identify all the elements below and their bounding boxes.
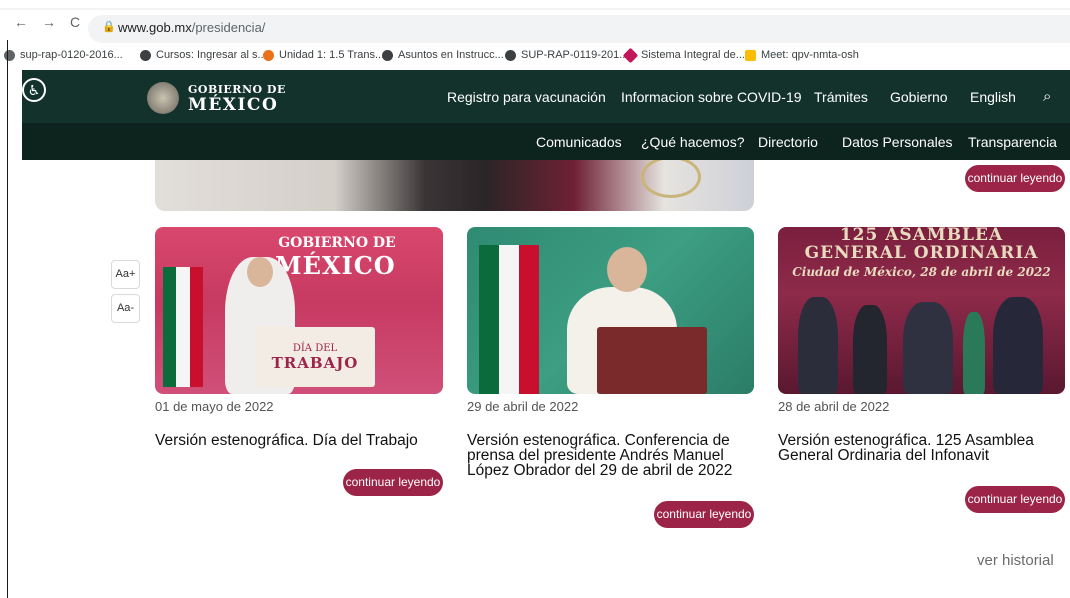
logo-line2[interactable]: MÉXICO: [188, 95, 278, 115]
nav-tramites[interactable]: Trámites: [814, 89, 868, 105]
bookmark-3[interactable]: Unidad 1: 1.5 Trans...: [263, 49, 384, 61]
forward-icon[interactable]: →: [42, 14, 56, 30]
history-link[interactable]: ver historial: [977, 552, 1054, 569]
nav-registro-vacunacion[interactable]: Registro para vacunación: [447, 89, 606, 105]
speaker-head: [607, 247, 647, 292]
bookmark-7[interactable]: Meet: qpv-nmta-osh: [745, 49, 859, 61]
diamond-icon: [622, 47, 639, 63]
globe-icon: [4, 49, 15, 61]
nav-transparencia[interactable]: Transparencia: [968, 134, 1057, 150]
browser-toolbar: ← → C 🔒 www.gob.mx/presidencia/: [0, 0, 1070, 44]
image-banner: 125 ASAMBLEA GENERAL ORDINARIA Ciudad de…: [778, 227, 1065, 279]
banner-line2: GENERAL ORDINARIA: [804, 243, 1039, 263]
continue-button-3[interactable]: continuar leyendo: [965, 486, 1065, 513]
nav-covid[interactable]: Informacion sobre COVID-19: [621, 89, 802, 105]
card-image-3[interactable]: 125 ASAMBLEA GENERAL ORDINARIA Ciudad de…: [778, 227, 1065, 394]
font-decrease-button[interactable]: Aa-: [111, 294, 140, 323]
flag-icon: [163, 267, 203, 387]
globe-icon: [382, 49, 393, 61]
banner-big: MÉXICO: [275, 251, 396, 280]
accessibility-icon[interactable]: ♿: [22, 78, 46, 102]
bookmark-label: Unidad 1: 1.5 Trans...: [279, 49, 385, 61]
podium-big: TRABAJO: [271, 354, 359, 372]
podium: [597, 327, 707, 394]
bookmark-label: Asuntos en Instrucc...: [398, 49, 504, 61]
card-title-2[interactable]: Versión estenográfica. Conferencia de pr…: [467, 433, 752, 479]
reload-icon[interactable]: C: [70, 14, 80, 30]
bookmark-6[interactable]: Sistema Integral de...: [622, 47, 745, 63]
flag-icon: [479, 245, 539, 394]
attendee-figure: [993, 297, 1043, 394]
bookmark-label: Cursos: Ingresar al s...: [156, 49, 267, 61]
bookmarks-bar: sup-rap-0120-2016... Cursos: Ingresar al…: [0, 44, 1070, 68]
bookmark-label: sup-rap-0120-2016...: [20, 49, 123, 61]
bookmark-5[interactable]: SUP-RAP-0119-201...: [505, 49, 628, 61]
coat-of-arms-icon[interactable]: [147, 82, 179, 114]
globe-icon: [505, 49, 516, 61]
card-date-1: 01 de mayo de 2022: [155, 399, 274, 414]
bookmark-1[interactable]: sup-rap-0120-2016...: [4, 49, 123, 61]
nav-que-hacemos[interactable]: ¿Qué hacemos?: [641, 134, 745, 150]
back-icon[interactable]: ←: [14, 14, 28, 30]
nav-english[interactable]: English: [970, 89, 1016, 105]
tab-strip: [0, 8, 1070, 10]
bookmark-2[interactable]: Cursos: Ingresar al s...: [140, 49, 267, 61]
attendee-figure: [798, 297, 838, 394]
speaker-head: [247, 257, 273, 287]
bookmark-label: SUP-RAP-0119-201...: [521, 49, 629, 61]
banner-line3: Ciudad de México, 28 de abril de 2022: [792, 265, 1051, 279]
nav-directorio[interactable]: Directorio: [758, 134, 818, 150]
window-edge: [7, 40, 8, 598]
continue-button-top[interactable]: continuar leyendo: [965, 165, 1065, 192]
attendee-figure: [963, 312, 985, 394]
banner-small: GOBIERNO DE: [278, 235, 396, 251]
url-domain: www.gob.mx: [118, 20, 192, 35]
card-image-2[interactable]: [467, 227, 754, 394]
font-increase-button[interactable]: Aa+: [111, 260, 140, 289]
url-path: /presidencia/: [191, 20, 266, 35]
continue-button-1[interactable]: continuar leyendo: [343, 469, 443, 496]
image-banner: GOBIERNO DE MÉXICO: [275, 235, 396, 280]
card-date-3: 28 de abril de 2022: [778, 399, 890, 414]
browser-nav: ← → C: [14, 14, 80, 30]
bookmark-4[interactable]: Asuntos en Instrucc...: [382, 49, 504, 61]
nav-gobierno[interactable]: Gobierno: [890, 89, 948, 105]
lock-icon[interactable]: 🔒: [102, 20, 116, 33]
meet-icon: [745, 49, 756, 61]
globe-icon: [140, 49, 151, 61]
podium: DÍA DEL TRABAJO: [255, 327, 375, 387]
card-date-2: 29 de abril de 2022: [467, 399, 579, 414]
course-icon: [263, 49, 274, 61]
nav-datos-personales[interactable]: Datos Personales: [842, 134, 953, 150]
url-text[interactable]: www.gob.mx/presidencia/: [118, 20, 265, 35]
bookmark-label: Sistema Integral de...: [641, 49, 745, 61]
search-icon[interactable]: ⌕: [1043, 88, 1051, 105]
nav-comunicados[interactable]: Comunicados: [536, 134, 622, 150]
seal-icon: [641, 160, 701, 198]
attendee-figure: [853, 305, 887, 394]
card-image-1[interactable]: GOBIERNO DE MÉXICO DÍA DEL TRABAJO: [155, 227, 443, 394]
attendee-figure: [903, 302, 953, 394]
continue-button-2[interactable]: continuar leyendo: [654, 501, 754, 528]
featured-image[interactable]: [155, 160, 754, 211]
card-title-1[interactable]: Versión estenográfica. Día del Trabajo: [155, 433, 445, 449]
podium-small: DÍA DEL: [292, 343, 338, 354]
bookmark-label: Meet: qpv-nmta-osh: [761, 49, 859, 61]
card-title-3[interactable]: Versión estenográfica. 125 Asamblea Gene…: [778, 433, 1063, 464]
